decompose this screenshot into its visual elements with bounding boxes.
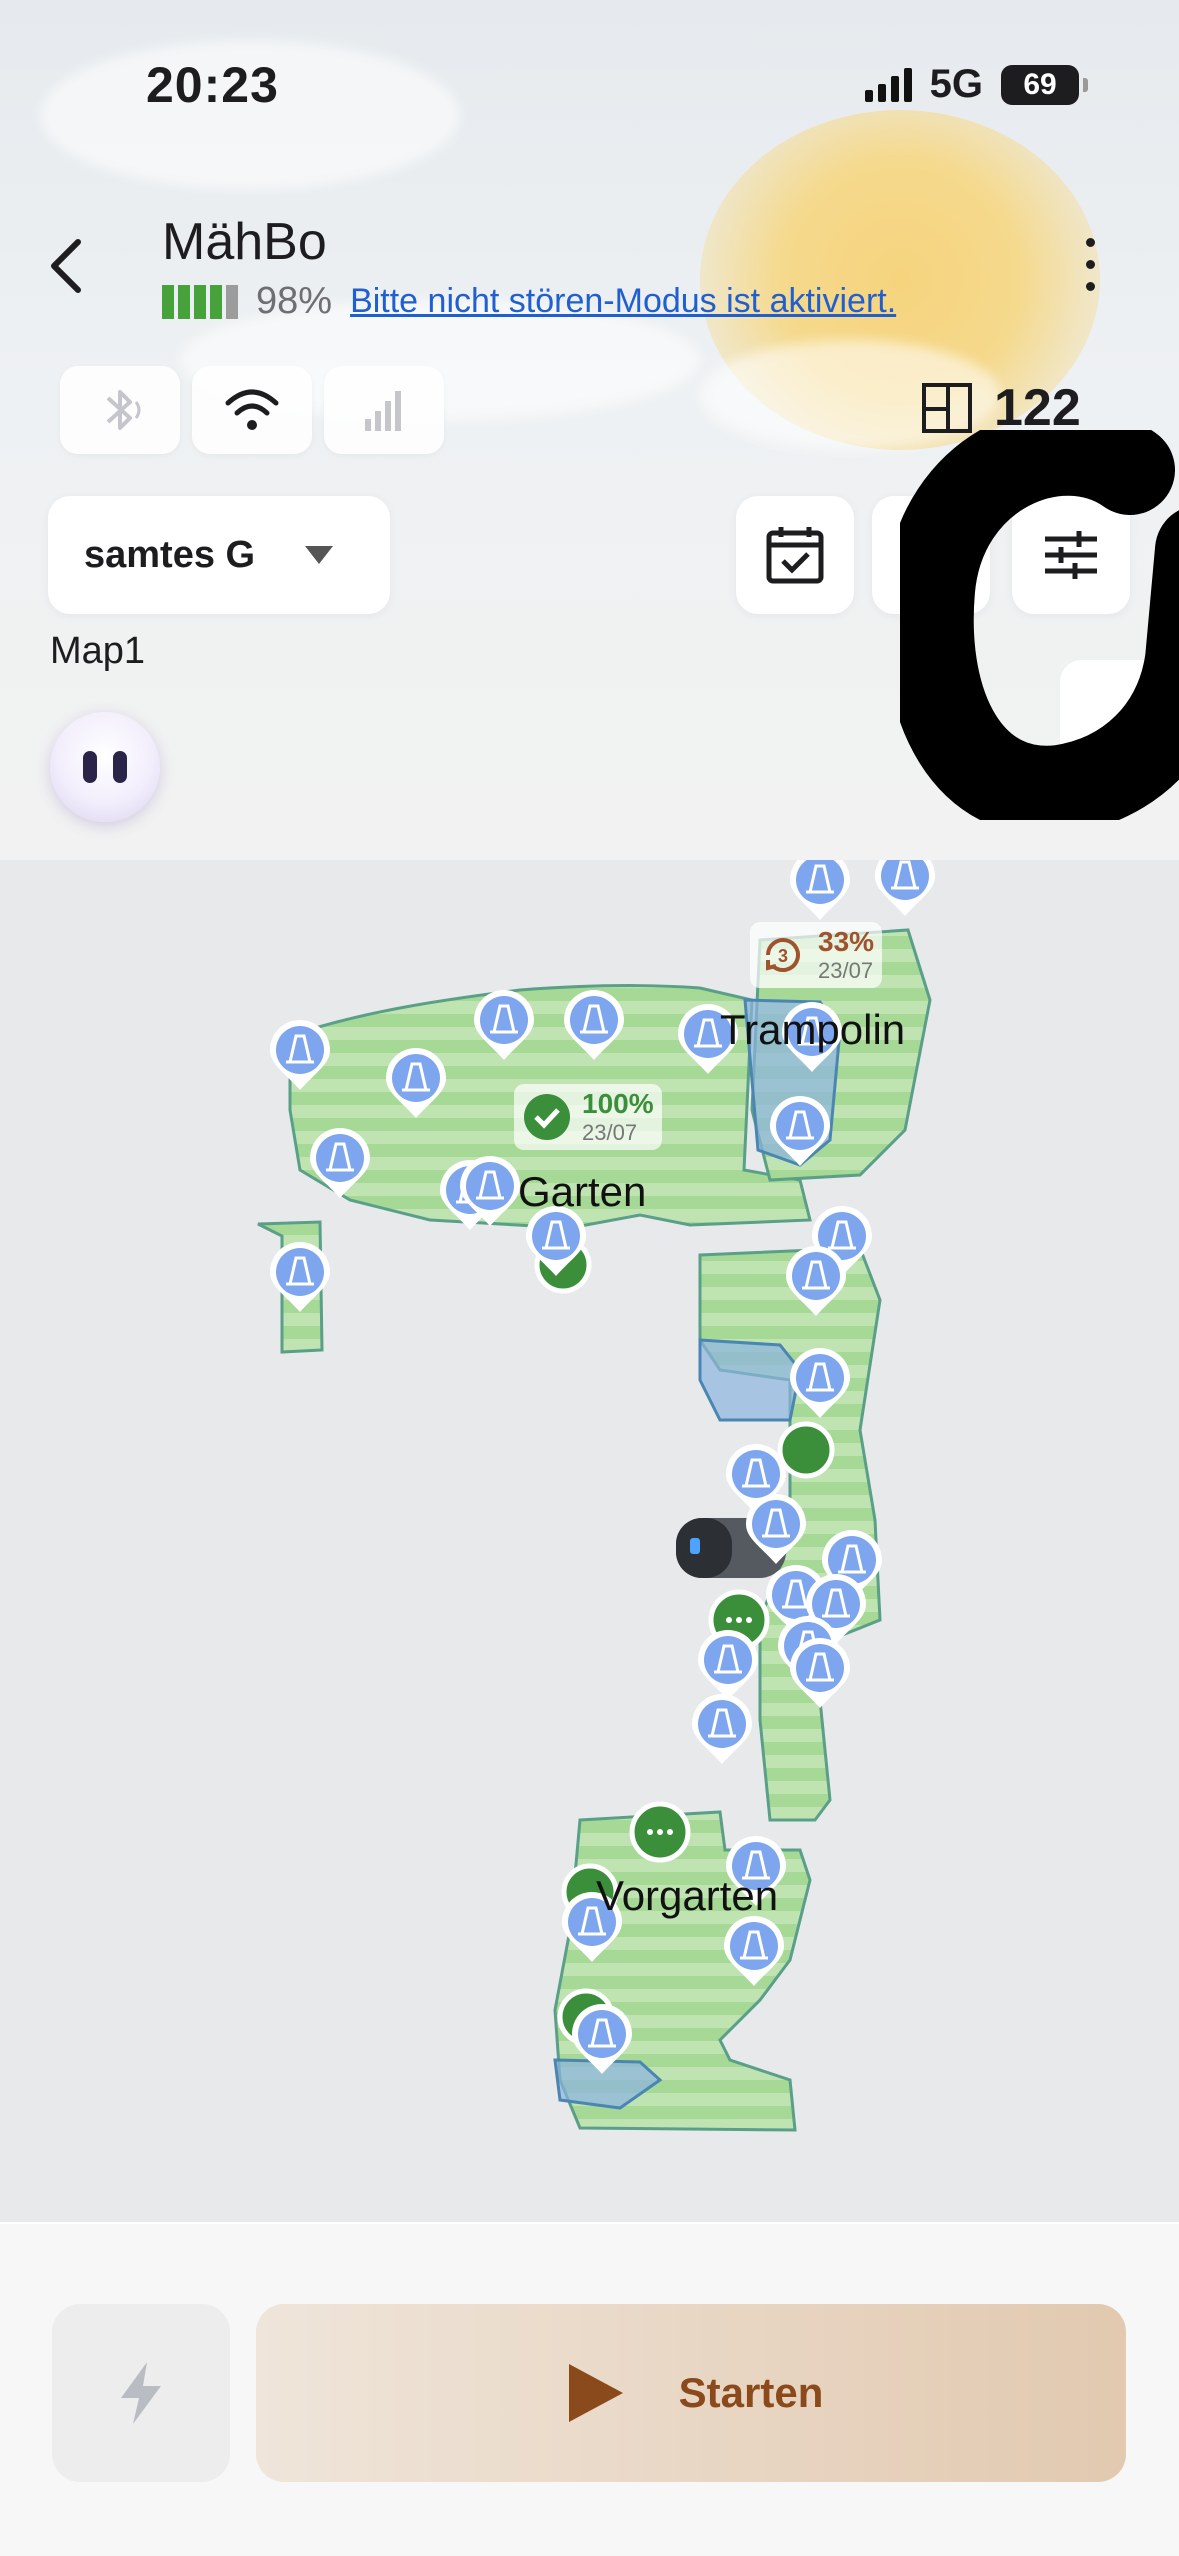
obstacle-cone-icon[interactable]: [790, 860, 850, 920]
status-time: 20:23: [146, 57, 279, 113]
check-icon: [524, 1094, 570, 1140]
area-icon: [922, 383, 972, 433]
charge-button[interactable]: [52, 2304, 230, 2482]
green-marker[interactable]: [777, 1421, 835, 1479]
bottom-action-bar: Starten: [0, 2222, 1179, 2556]
wifi-icon: [225, 389, 279, 430]
zone-label-vorgarten: Vorgarten: [596, 1872, 779, 1919]
calendar-icon: [766, 527, 824, 584]
cycle-count: 3: [778, 946, 788, 966]
cellular-signal-icon: [864, 67, 912, 102]
map-name: Map1: [50, 630, 146, 672]
cellular-button[interactable]: [324, 366, 444, 454]
zone-label-garten: Garten: [518, 1168, 647, 1215]
area-value: 122: [994, 379, 1081, 437]
redaction-scribble: [900, 430, 1179, 820]
wifi-button[interactable]: [192, 366, 312, 454]
progress-date: 23/07: [818, 958, 874, 983]
charge-icon: [121, 2362, 161, 2424]
obstacle-cone-icon[interactable]: [692, 1694, 752, 1764]
status-icons: 5G 69: [864, 62, 1088, 107]
obstacle-cone-icon[interactable]: [698, 1630, 758, 1700]
device-title: MähBo: [162, 213, 327, 271]
start-button[interactable]: Starten: [256, 2304, 1126, 2482]
battery-row: 98% Bitte nicht stören-Modus ist aktivie…: [162, 280, 896, 323]
back-icon[interactable]: [46, 236, 86, 296]
bluetooth-button[interactable]: [60, 366, 180, 454]
map-selector-label: samtes G: [84, 533, 256, 576]
obstacle-cone-icon[interactable]: [875, 860, 935, 916]
dnd-link[interactable]: Bitte nicht stören-Modus ist aktiviert.: [350, 282, 896, 321]
schedule-button[interactable]: [736, 496, 854, 614]
network-type: 5G: [929, 62, 983, 106]
green-marker[interactable]: [629, 1801, 691, 1863]
cellular-icon: [365, 391, 401, 431]
battery-percent: 98%: [256, 280, 333, 322]
map-selector-dropdown[interactable]: samtes G: [48, 496, 390, 614]
cycle-icon: 3: [766, 938, 800, 972]
mow-area-info: 122: [920, 378, 1081, 438]
battery-bars-icon: [162, 284, 238, 319]
progress-tag-garten[interactable]: 100% 23/07: [514, 1084, 662, 1150]
progress-value: 100%: [582, 1088, 654, 1119]
zone-label-trampolin: Trampolin: [720, 1006, 906, 1053]
bluetooth-icon: [106, 390, 141, 430]
progress-value: 33%: [818, 926, 875, 957]
lawn-map[interactable]: Garten Trampolin Vorgarten 100% 23/07 3 …: [0, 860, 1179, 2222]
progress-tag-trampolin[interactable]: 3 33% 23/07: [750, 922, 883, 988]
start-label: Starten: [678, 2369, 824, 2416]
play-icon: [568, 2364, 623, 2422]
assistant-orb-icon[interactable]: [50, 712, 160, 822]
more-options-icon[interactable]: [1086, 238, 1095, 291]
progress-date: 23/07: [582, 1120, 638, 1145]
battery-icon: 69: [1001, 64, 1088, 105]
chevron-down-icon: [305, 546, 334, 564]
battery-level: 69: [1023, 67, 1057, 101]
map-canvas[interactable]: [0, 860, 1179, 2222]
